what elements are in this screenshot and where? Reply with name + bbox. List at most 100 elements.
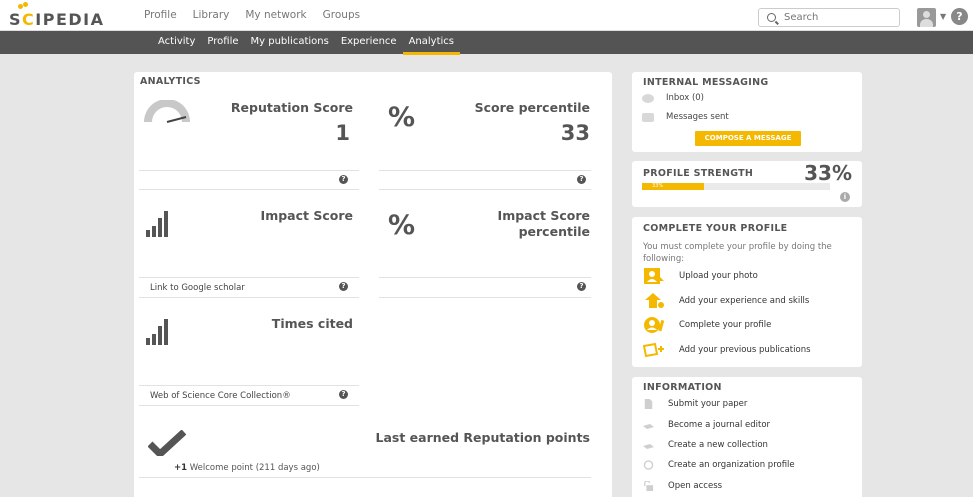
help-icon[interactable]: ? xyxy=(951,8,968,25)
divider xyxy=(379,297,591,298)
complete-profile-label: Complete your profile xyxy=(679,320,772,330)
submit-paper-label: Submit your paper xyxy=(668,399,748,409)
journal-editor-label: Become a journal editor xyxy=(668,420,771,430)
info-icon[interactable]: i xyxy=(840,192,850,202)
bar-chart-icon xyxy=(146,319,168,345)
experience-skills-label: Add your experience and skills xyxy=(679,296,810,306)
top-bar: SCIPEDIA Profile Library My network Grou… xyxy=(0,0,973,31)
percent-icon: % xyxy=(388,102,416,133)
google-scholar-link[interactable]: Link to Google scholar xyxy=(150,283,245,293)
points-text: Welcome point (211 days ago) xyxy=(187,463,320,473)
open-access-link[interactable]: Open access xyxy=(643,481,722,491)
inbox-icon xyxy=(642,93,654,103)
times-cited-title: Times cited xyxy=(271,316,353,331)
organization-profile-link[interactable]: Create an organization profile xyxy=(643,460,795,470)
information-panel: INFORMATION Submit your paper Become a j… xyxy=(632,377,862,497)
logo-text-c: C xyxy=(22,10,36,29)
messages-sent-link[interactable]: Messages sent xyxy=(642,112,729,122)
profile-icon xyxy=(644,317,665,333)
editor-icon xyxy=(643,424,654,429)
checkmark-icon xyxy=(148,430,186,456)
tab-experience[interactable]: Experience xyxy=(335,31,403,54)
divider xyxy=(139,477,591,478)
information-title: INFORMATION xyxy=(643,382,722,393)
document-icon xyxy=(644,399,653,409)
divider xyxy=(139,405,359,406)
divider xyxy=(139,277,359,278)
user-avatar-icon[interactable] xyxy=(917,8,936,27)
impact-help-icon[interactable]: ? xyxy=(339,282,348,291)
tab-analytics[interactable]: Analytics xyxy=(402,31,461,55)
chevron-down-icon[interactable]: ▼ xyxy=(940,12,946,21)
divider xyxy=(379,277,591,278)
divider xyxy=(379,189,591,190)
impact-percentile-help-icon[interactable]: ? xyxy=(577,282,586,291)
organization-profile-label: Create an organization profile xyxy=(668,460,795,470)
last-points-title: Last earned Reputation points xyxy=(375,430,590,445)
profile-strength-bar-fill: 33% xyxy=(642,183,705,190)
profile-strength-bar: 33% xyxy=(642,183,830,190)
compose-message-button[interactable]: COMPOSE A MESSAGE xyxy=(695,131,801,146)
nav-my-network[interactable]: My network xyxy=(245,9,306,21)
score-percentile-help-icon[interactable]: ? xyxy=(577,175,586,184)
nav-library[interactable]: Library xyxy=(193,9,230,21)
search-icon[interactable] xyxy=(767,13,776,22)
times-cited-help-icon[interactable]: ? xyxy=(339,390,348,399)
complete-profile-text: You must complete your profile by doing … xyxy=(643,242,832,264)
search-input[interactable] xyxy=(784,12,884,23)
collection-icon xyxy=(643,444,654,449)
profile-strength-title: PROFILE STRENGTH xyxy=(643,168,754,179)
complete-profile-item[interactable]: Complete your profile xyxy=(643,316,771,334)
profile-strength-percent: 33% xyxy=(804,161,852,185)
reputation-help-icon[interactable]: ? xyxy=(339,175,348,184)
divider xyxy=(139,297,359,298)
new-collection-link[interactable]: Create a new collection xyxy=(643,440,768,450)
logo-dots-icon xyxy=(18,2,30,10)
previous-publications-item[interactable]: Add your previous publications xyxy=(643,341,811,359)
journal-editor-link[interactable]: Become a journal editor xyxy=(643,420,770,430)
tab-profile[interactable]: Profile xyxy=(201,31,244,54)
score-percentile-title: Score percentile xyxy=(474,100,590,115)
complete-profile-panel: COMPLETE YOUR PROFILE You must complete … xyxy=(632,217,862,367)
logo-text-s: S xyxy=(9,10,23,29)
upload-photo-item[interactable]: Upload your photo xyxy=(643,267,758,285)
percent-icon: % xyxy=(388,210,416,241)
analytics-title: ANALYTICS xyxy=(140,76,201,87)
experience-skills-item[interactable]: Add your experience and skills xyxy=(643,292,809,310)
skills-icon xyxy=(645,293,664,308)
profile-strength-panel: PROFILE STRENGTH 33% 33% i xyxy=(632,161,862,207)
tab-my-publications[interactable]: My publications xyxy=(245,31,335,54)
inbox-link[interactable]: Inbox (0) xyxy=(642,93,704,103)
publications-icon xyxy=(643,342,664,358)
sub-nav: Activity Profile My publications Experie… xyxy=(0,31,973,55)
points-value: +1 xyxy=(174,463,188,473)
sent-icon xyxy=(642,112,654,122)
new-collection-label: Create a new collection xyxy=(668,440,768,450)
reputation-score-title: Reputation Score xyxy=(230,100,353,115)
photo-icon xyxy=(644,268,664,284)
web-of-science-link[interactable]: Web of Science Core Collection® xyxy=(150,391,291,401)
bar-chart-icon xyxy=(146,211,168,237)
impact-percentile-title-line1: Impact Score xyxy=(497,208,590,223)
divider xyxy=(139,170,359,171)
welcome-point-entry: +1 Welcome point (211 days ago) xyxy=(174,463,320,473)
nav-groups[interactable]: Groups xyxy=(323,9,360,21)
analytics-panel: ANALYTICS Reputation Score 1 ? % Score p… xyxy=(134,72,612,497)
complete-profile-title: COMPLETE YOUR PROFILE xyxy=(643,223,788,234)
tab-activity[interactable]: Activity xyxy=(152,31,201,54)
previous-publications-label: Add your previous publications xyxy=(679,345,811,355)
submit-paper-link[interactable]: Submit your paper xyxy=(643,399,747,409)
gauge-icon xyxy=(144,100,190,123)
reputation-score-value: 1 xyxy=(335,121,350,145)
upload-photo-label: Upload your photo xyxy=(679,271,758,281)
impact-percentile-title-line2: percentile xyxy=(518,224,590,239)
nav-profile[interactable]: Profile xyxy=(144,9,177,21)
messaging-panel: INTERNAL MESSAGING Inbox (0) Messages se… xyxy=(632,72,862,152)
divider xyxy=(139,385,359,386)
open-access-label: Open access xyxy=(668,481,723,491)
scipedia-logo[interactable]: SCIPEDIA xyxy=(9,2,105,29)
open-access-icon xyxy=(644,481,654,491)
impact-score-title: Impact Score xyxy=(260,208,353,223)
divider xyxy=(139,189,359,190)
messages-sent-label: Messages sent xyxy=(666,112,729,122)
